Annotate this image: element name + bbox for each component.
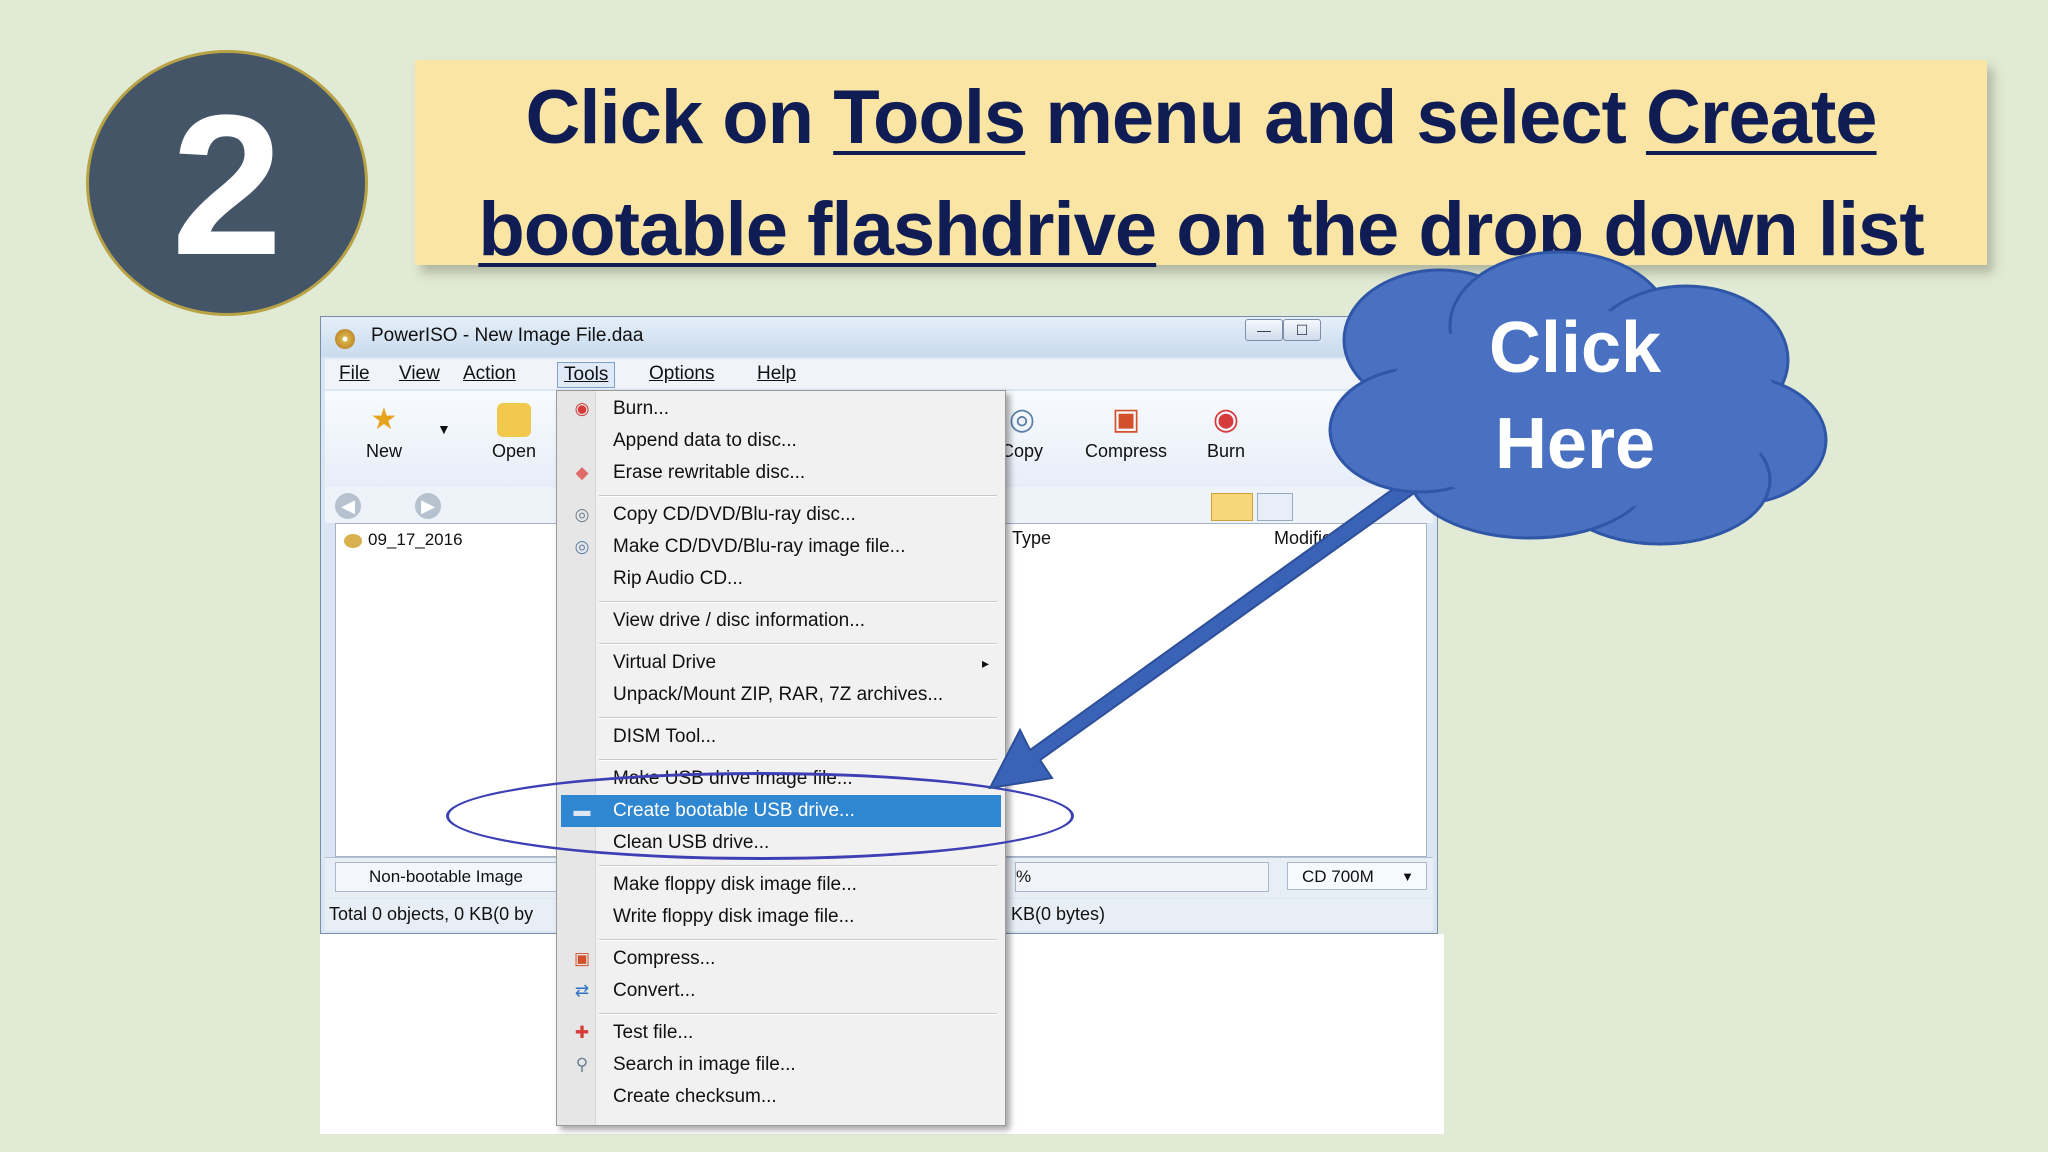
pointer-arrow <box>988 472 1426 790</box>
callout-line-1: Click <box>1488 308 1662 388</box>
annotation-layer <box>988 250 1828 790</box>
callout-text: Click Here <box>1430 300 1720 492</box>
callout-line-2: Here <box>1494 404 1656 484</box>
